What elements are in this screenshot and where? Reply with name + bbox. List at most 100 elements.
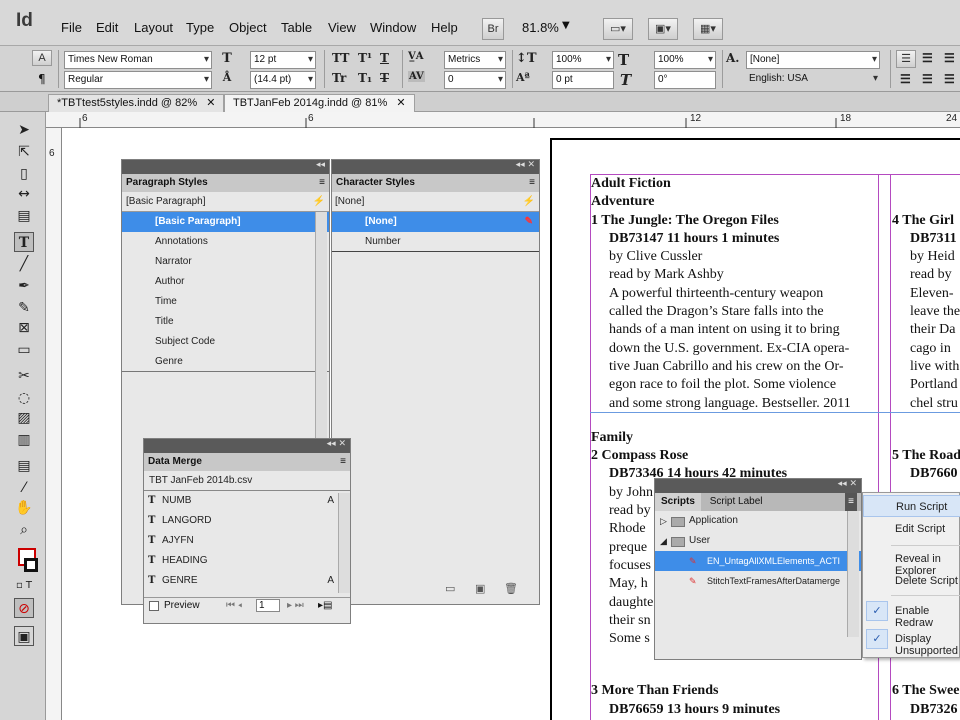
line-tool-icon[interactable]: ╱ xyxy=(14,254,34,274)
character-formatting-icon[interactable]: A xyxy=(32,50,52,66)
screen-mode-icon[interactable]: ▣ xyxy=(14,626,34,646)
close-icon[interactable]: ✕ xyxy=(206,97,215,109)
zoom-tool-icon[interactable]: ⌕ xyxy=(14,520,34,540)
trash-icon[interactable]: 🗑 xyxy=(504,582,518,595)
menu-table[interactable]: Table xyxy=(281,20,312,35)
style-item[interactable]: Time xyxy=(122,292,329,312)
expand-icon[interactable]: ▷ xyxy=(660,511,667,531)
tree-folder[interactable]: ◢ User xyxy=(655,531,861,551)
content-collector-icon[interactable]: ▤ xyxy=(14,206,34,226)
style-item[interactable]: Subject Code xyxy=(122,332,329,352)
script-item[interactable]: ✎ StitchTextFramesAfterDatamerge xyxy=(655,571,861,591)
panel-menu-icon[interactable]: ≡ xyxy=(529,174,535,192)
menu-file[interactable]: File xyxy=(61,20,82,35)
panel-tab[interactable]: Data Merge ≡ xyxy=(144,453,350,471)
menu-type[interactable]: Type xyxy=(186,20,214,35)
next-record-icon[interactable]: ▸ ⏭ xyxy=(287,598,304,614)
kerning-field[interactable]: Metrics xyxy=(444,51,506,69)
gradient-feather-tool-icon[interactable]: ▥ xyxy=(14,430,34,450)
tree-folder[interactable]: ▷ Application xyxy=(655,511,861,531)
gap-tool-icon[interactable]: ↔ xyxy=(14,184,34,204)
menu-item-run-script[interactable]: Run Script xyxy=(863,495,960,517)
panel-header[interactable]: ◂◂ ✕ xyxy=(332,160,539,174)
type-tool-icon[interactable]: T xyxy=(14,232,34,252)
style-item[interactable]: Title xyxy=(122,312,329,332)
menu-view[interactable]: View xyxy=(328,20,356,35)
language-field[interactable]: English: USA xyxy=(746,71,880,89)
record-number-field[interactable]: 1 xyxy=(256,599,280,612)
merge-field[interactable]: T GENRE A xyxy=(144,571,350,591)
style-item[interactable]: Number xyxy=(332,232,539,252)
paragraph-formatting-icon[interactable]: ¶ xyxy=(38,72,46,86)
menu-item-delete-script[interactable]: Delete Script xyxy=(895,575,958,587)
note-tool-icon[interactable]: ▤ xyxy=(14,456,34,476)
panel-header[interactable]: ◂◂ xyxy=(122,160,329,174)
eyedropper-tool-icon[interactable]: ⁄ xyxy=(14,478,34,498)
panel-header[interactable]: ◂◂ ✕ xyxy=(655,479,861,493)
pencil-tool-icon[interactable]: ✎ xyxy=(14,298,34,318)
tab-document-2[interactable]: TBTJanFeb 2014g.indd @ 81% ✕ xyxy=(224,94,415,112)
lightning-icon[interactable]: ⚡ xyxy=(313,192,325,212)
leading-field[interactable]: (14.4 pt) xyxy=(250,71,316,89)
direct-selection-tool-icon[interactable]: ⇱ xyxy=(14,142,34,162)
panel-header[interactable]: ◂◂ ✕ xyxy=(144,439,350,453)
rectangle-tool-icon[interactable]: ▭ xyxy=(14,340,34,360)
collapse-icon[interactable]: ◢ xyxy=(660,531,667,551)
scrollbar[interactable] xyxy=(338,493,350,593)
font-size-field[interactable]: 12 pt xyxy=(250,51,316,69)
vertical-scale-field[interactable]: 100% xyxy=(552,51,614,69)
panel-menu-icon[interactable]: ≡ xyxy=(319,174,325,192)
horizontal-scale-field[interactable]: 100% xyxy=(654,51,716,69)
panel-tab[interactable]: Character Styles ≡ xyxy=(332,174,539,192)
new-style-icon[interactable]: ▣ xyxy=(475,582,485,595)
strikethrough-icon[interactable]: T xyxy=(380,71,389,85)
page-tool-icon[interactable]: ▯ xyxy=(14,164,34,184)
hand-tool-icon[interactable]: ✋ xyxy=(14,498,34,518)
create-merged-document-icon[interactable]: ▸▤ xyxy=(318,598,332,614)
panel-menu-icon[interactable]: ≡ xyxy=(340,453,346,471)
panel-menu-icon[interactable]: ≡ xyxy=(845,493,857,511)
free-transform-tool-icon[interactable]: ◌ xyxy=(14,388,34,408)
apply-none-icon[interactable]: ⊘ xyxy=(14,598,34,618)
merge-field[interactable]: T AJYFN xyxy=(144,531,350,551)
horizontal-ruler[interactable]: 6 6 12 18 24 xyxy=(46,112,960,128)
skew-field[interactable]: 0° xyxy=(654,71,716,89)
menu-item-edit-script[interactable]: Edit Script xyxy=(895,523,945,535)
all-caps-icon[interactable]: TT xyxy=(332,51,349,65)
chevron-down-icon[interactable]: ▼ xyxy=(562,20,570,31)
align-right-icon[interactable]: ☰ xyxy=(944,51,955,65)
align-left-icon[interactable]: ☰ xyxy=(896,50,916,68)
formatting-affects-icon[interactable]: ▫ T xyxy=(14,576,34,596)
menu-help[interactable]: Help xyxy=(431,20,458,35)
character-style-field[interactable]: [None] xyxy=(746,51,880,69)
script-item[interactable]: ✎ EN_UntagAllXMLElements_ACTI xyxy=(655,551,861,571)
tracking-field[interactable]: 0 xyxy=(444,71,506,89)
merge-field[interactable]: T NUMB A xyxy=(144,491,350,511)
lightning-icon[interactable]: ⚡ xyxy=(523,192,535,212)
style-item[interactable]: Genre xyxy=(122,352,329,372)
style-item[interactable]: Annotations xyxy=(122,232,329,252)
align-center-icon[interactable]: ☰ xyxy=(922,51,933,65)
screen-mode-button[interactable]: ▣▾ xyxy=(648,18,678,40)
scrollbar[interactable] xyxy=(847,511,859,637)
tab-scripts[interactable]: Scripts xyxy=(655,493,701,511)
scissors-tool-icon[interactable]: ✂ xyxy=(14,366,34,386)
close-icon[interactable]: ◂◂ ✕ xyxy=(838,479,857,489)
style-item[interactable]: [Basic Paragraph] xyxy=(122,212,329,232)
style-item[interactable]: Narrator xyxy=(122,252,329,272)
font-family-field[interactable]: Times New Roman xyxy=(64,51,212,69)
menu-item-enable-redraw[interactable]: Enable Redraw xyxy=(895,605,959,629)
menu-layout[interactable]: Layout xyxy=(134,20,173,35)
underline-icon[interactable]: T xyxy=(380,51,389,65)
justify-all-icon[interactable]: ☰ xyxy=(944,72,955,86)
close-icon[interactable]: ✕ xyxy=(396,97,405,109)
justify-left-icon[interactable]: ☰ xyxy=(900,72,911,86)
pen-tool-icon[interactable]: ✒ xyxy=(14,276,34,296)
close-icon[interactable]: ◂◂ ✕ xyxy=(327,439,346,449)
panel-tab[interactable]: Paragraph Styles ≡ xyxy=(122,174,329,192)
superscript-icon[interactable]: T¹ xyxy=(358,51,372,65)
baseline-shift-field[interactable]: 0 pt xyxy=(552,71,614,89)
small-caps-icon[interactable]: Tr xyxy=(332,71,346,85)
menu-item-reveal[interactable]: Reveal in Explorer xyxy=(895,553,959,577)
vertical-ruler[interactable]: 6 xyxy=(46,128,62,720)
